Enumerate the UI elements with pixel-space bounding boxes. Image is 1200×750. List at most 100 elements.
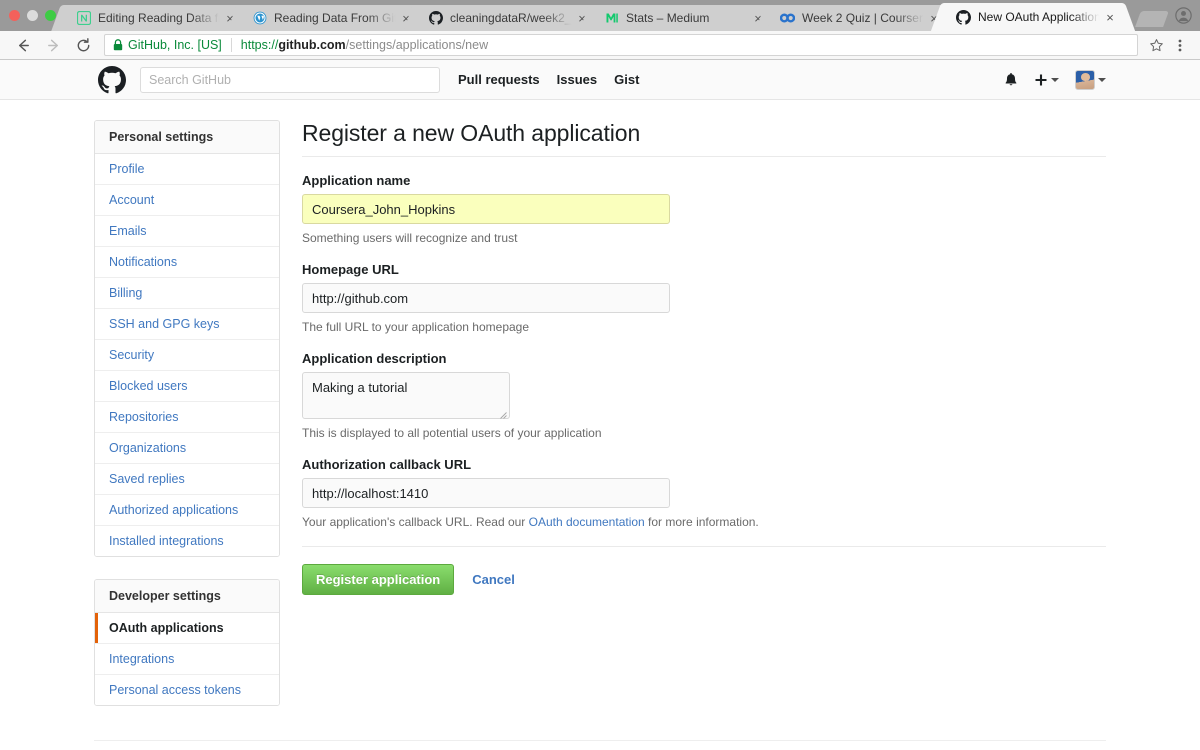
tab-title: Week 2 Quiz | Coursera: [802, 11, 926, 25]
url-host: github.com: [278, 38, 346, 52]
url-text: https://github.com/settings/applications…: [241, 38, 488, 52]
create-new-menu[interactable]: [1034, 73, 1059, 87]
oauth-documentation-link[interactable]: OAuth documentation: [529, 515, 645, 529]
sidebar-item-installed-integrations[interactable]: Installed integrations: [95, 526, 279, 556]
browser-tab[interactable]: Editing Reading Data from G ×: [62, 5, 244, 31]
footer-divider: [94, 740, 1106, 741]
sidebar-item-personal-access-tokens[interactable]: Personal access tokens: [95, 675, 279, 705]
sidebar-item-ssh-and-gpg-keys[interactable]: SSH and GPG keys: [95, 309, 279, 340]
resize-grip-icon[interactable]: [498, 407, 507, 419]
field-homepage-url: Homepage URL http://github.com: [302, 262, 1106, 313]
authorization-callback-url-value: http://localhost:1410: [312, 485, 429, 501]
close-icon[interactable]: ×: [1102, 9, 1118, 25]
tab-strip: Editing Reading Data from G × Reading Da…: [0, 0, 1200, 31]
tab-title: Stats – Medium: [626, 11, 710, 25]
coursera-icon: [780, 11, 795, 26]
hint-homepage-url: The full URL to your application homepag…: [302, 320, 530, 334]
sidebar-item-saved-replies[interactable]: Saved replies: [95, 464, 279, 495]
cancel-link[interactable]: Cancel: [472, 572, 515, 587]
sidebar-item-blocked-users[interactable]: Blocked users: [95, 371, 279, 402]
page-title: Register a new OAuth application: [302, 120, 1106, 157]
hint-application-description: This is displayed to all potential users…: [302, 426, 602, 440]
search-input[interactable]: Search GitHub: [140, 66, 440, 93]
forward-button[interactable]: [38, 31, 68, 59]
sidebar-item-account[interactable]: Account: [95, 185, 279, 216]
notion-green-n-icon: [76, 11, 91, 26]
browser-tab[interactable]: Reading Data From GitHub ×: [238, 5, 420, 31]
plus-icon: [1035, 74, 1047, 85]
url-scheme: https://: [240, 38, 279, 52]
page-viewport: Search GitHub Pull requests Issues Gist: [0, 60, 1200, 750]
sidebar-item-organizations[interactable]: Organizations: [95, 433, 279, 464]
nav-issues[interactable]: Issues: [557, 72, 597, 87]
sidebar-item-integrations[interactable]: Integrations: [95, 644, 279, 675]
tab-list: Editing Reading Data from G × Reading Da…: [62, 3, 1128, 31]
chevron-down-icon: [1051, 77, 1059, 82]
wordpress-icon: [252, 11, 267, 26]
tab-title: Reading Data From GitHub: [274, 11, 398, 25]
minimize-window-button[interactable]: [27, 10, 38, 21]
sidebar-item-authorized-applications[interactable]: Authorized applications: [95, 495, 279, 526]
label-application-description: Application description: [302, 351, 447, 366]
oauth-registration-form: Register a new OAuth application Applica…: [302, 120, 1106, 595]
nav-pull-requests[interactable]: Pull requests: [458, 72, 540, 87]
nav-gist[interactable]: Gist: [614, 72, 639, 87]
application-description-value: Making a tutorial: [312, 380, 408, 395]
menu-heading-personal-settings: Personal settings: [95, 121, 279, 154]
search-placeholder: Search GitHub: [149, 72, 231, 87]
sidebar-item-emails[interactable]: Emails: [95, 216, 279, 247]
form-actions: Register application Cancel: [302, 546, 1106, 595]
sidebar-item-notifications[interactable]: Notifications: [95, 247, 279, 278]
field-application-name: Application name Coursera_John_Hopkins: [302, 173, 1106, 224]
github-icon: [956, 9, 971, 25]
browser-menu-icon[interactable]: [1168, 31, 1192, 59]
application-name-value: Coursera_John_Hopkins: [312, 201, 456, 217]
sidebar-item-repositories[interactable]: Repositories: [95, 402, 279, 433]
sidebar-item-profile[interactable]: Profile: [95, 154, 279, 185]
back-button[interactable]: [8, 31, 38, 59]
site-identity-label: GitHub, Inc. [US]: [128, 38, 222, 52]
browser-tab[interactable]: Week 2 Quiz | Coursera ×: [766, 5, 948, 31]
settings-sidebar: Personal settings Profile Account Emails…: [94, 120, 280, 728]
sidebar-item-billing[interactable]: Billing: [95, 278, 279, 309]
label-application-name: Application name: [302, 173, 411, 188]
label-authorization-callback-url: Authorization callback URL: [302, 457, 472, 472]
url-path: /settings/applications/new: [345, 38, 489, 52]
authorization-callback-url-input[interactable]: http://localhost:1410: [302, 478, 670, 508]
bookmark-star-icon[interactable]: [1144, 31, 1168, 59]
sidebar-item-oauth-applications[interactable]: OAuth applications: [95, 613, 279, 644]
tab-title: Editing Reading Data from G: [98, 11, 222, 25]
register-application-button[interactable]: Register application: [302, 564, 455, 595]
bell-icon[interactable]: [1004, 72, 1018, 88]
new-tab-button[interactable]: [1135, 11, 1169, 27]
github-header-actions: [1004, 69, 1106, 90]
field-authorization-callback-url: Authorization callback URL http://localh…: [302, 457, 1106, 508]
chevron-down-icon: [1098, 77, 1106, 82]
hint-authorization-callback-url: Your application's callback URL. Read ou…: [302, 515, 1106, 529]
label-homepage-url: Homepage URL: [302, 262, 399, 277]
homepage-url-input[interactable]: http://github.com: [302, 283, 670, 313]
browser-tab-active[interactable]: New OAuth Application ×: [942, 3, 1124, 31]
hint-text-before: Your application's callback URL. Read ou…: [302, 515, 529, 529]
github-site-header: Search GitHub Pull requests Issues Gist: [0, 60, 1200, 100]
field-application-description: Application description Making a tutoria…: [302, 351, 1106, 419]
application-name-input[interactable]: Coursera_John_Hopkins: [302, 194, 670, 224]
application-description-textarea[interactable]: Making a tutorial: [302, 372, 510, 419]
browser-tab[interactable]: cleaningdataR/week2_quiz_ ×: [414, 5, 596, 31]
avatar: [1075, 69, 1095, 90]
browser-window: Editing Reading Data from G × Reading Da…: [0, 0, 1200, 750]
user-menu[interactable]: [1075, 69, 1106, 90]
browser-toolbar: GitHub, Inc. [US] https://github.com/set…: [0, 31, 1200, 60]
close-window-button[interactable]: [9, 10, 20, 21]
sidebar-item-security[interactable]: Security: [95, 340, 279, 371]
profile-avatar-button[interactable]: [1166, 0, 1200, 31]
github-icon: [428, 11, 443, 26]
medium-icon: [604, 11, 619, 26]
hint-application-name: Something users will recognize and trust: [302, 231, 518, 245]
github-logo-icon[interactable]: [98, 65, 126, 94]
reload-button[interactable]: [68, 31, 98, 59]
tab-title: New OAuth Application: [978, 10, 1101, 24]
settings-layout: Personal settings Profile Account Emails…: [94, 100, 1106, 728]
address-bar[interactable]: GitHub, Inc. [US] https://github.com/set…: [104, 34, 1138, 56]
browser-tab[interactable]: Stats – Medium ×: [590, 5, 772, 31]
